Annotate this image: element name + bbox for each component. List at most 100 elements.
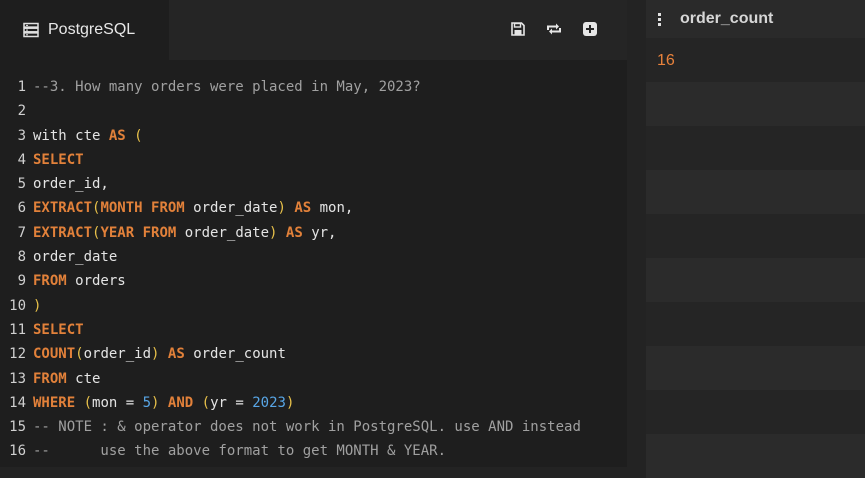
sql-keyword: FROM xyxy=(33,273,67,290)
line-number: 14 xyxy=(9,394,26,411)
code-line[interactable]: 6 EXTRACT(MONTH FROM order_date) AS mon, xyxy=(0,196,627,220)
sql-text: orders xyxy=(66,273,126,290)
sql-number: 5 xyxy=(142,394,152,411)
editor-toolbar-bar: PostgreSQL xyxy=(0,0,627,60)
code-line[interactable]: 5 order_id, xyxy=(0,172,627,196)
line-text: FROM orders xyxy=(33,269,126,293)
code-editor[interactable]: 1 --3. How many orders were placed in May… xyxy=(0,75,627,464)
code-line[interactable]: 9 FROM orders xyxy=(0,269,627,293)
line-number: 11 xyxy=(9,321,26,338)
sql-text: mon, xyxy=(311,200,354,217)
code-line[interactable]: 12 COUNT(order_id) AS order_count xyxy=(0,342,627,366)
result-row[interactable] xyxy=(646,126,865,170)
line-number: 16 xyxy=(9,443,26,460)
line-number: 3 xyxy=(17,127,26,144)
sql-text: yr = xyxy=(210,394,253,411)
line-number: 9 xyxy=(17,273,26,290)
sql-keyword: MONTH FROM xyxy=(100,200,185,217)
code-line[interactable]: 14 WHERE (mon = 5) AND (yr = 2023) xyxy=(0,391,627,415)
sql-text: order_count xyxy=(184,346,286,363)
line-text: ) xyxy=(33,294,41,318)
sql-number: 2023 xyxy=(252,394,286,411)
result-row[interactable]: 16 xyxy=(646,38,865,82)
sql-keyword: AS xyxy=(285,224,303,241)
code-line[interactable]: 16 -- use the above format to get MONTH &… xyxy=(0,439,627,463)
kebab-menu-icon[interactable] xyxy=(658,12,664,26)
sql-text: order_date xyxy=(176,224,270,241)
sql-comment: -- NOTE : & operator does not work in Po… xyxy=(33,419,581,436)
code-line[interactable]: 1 --3. How many orders were placed in May… xyxy=(0,75,627,99)
result-row[interactable] xyxy=(646,258,865,302)
line-number: 1 xyxy=(17,79,26,95)
line-number: 8 xyxy=(17,249,26,266)
line-number: 4 xyxy=(17,151,26,168)
sql-keyword: AS xyxy=(108,127,126,144)
sql-text: order_id, xyxy=(33,176,109,193)
sql-paren: ) xyxy=(277,200,286,217)
code-line[interactable]: 13 FROM cte xyxy=(0,367,627,391)
code-line[interactable]: 11 SELECT xyxy=(0,318,627,342)
refresh-icon xyxy=(546,23,561,34)
sql-keyword: YEAR FROM xyxy=(100,224,177,241)
line-text: EXTRACT(YEAR FROM order_date) AS yr, xyxy=(33,221,336,245)
tab-postgresql[interactable]: PostgreSQL xyxy=(0,0,169,60)
line-text: COUNT(order_id) AS order_count xyxy=(33,342,286,366)
line-text: SELECT xyxy=(33,148,84,172)
result-row[interactable] xyxy=(646,170,865,214)
sql-paren: ) xyxy=(33,297,42,314)
line-text: order_date xyxy=(33,245,117,269)
result-row[interactable] xyxy=(646,346,865,390)
sql-text: cte xyxy=(66,370,101,387)
code-line[interactable]: 3 with cte AS ( xyxy=(0,124,627,148)
sql-keyword: SELECT xyxy=(33,151,84,168)
result-cell: 16 xyxy=(657,52,675,69)
sql-text: mon = xyxy=(92,394,143,411)
code-line[interactable]: 15 -- NOTE : & operator does not work in … xyxy=(0,415,627,439)
line-text: with cte AS ( xyxy=(33,124,143,148)
editor-toolbar xyxy=(508,19,599,38)
code-line[interactable]: 7 EXTRACT(YEAR FROM order_date) AS yr, xyxy=(0,221,627,245)
result-row[interactable] xyxy=(646,390,865,434)
sql-keyword: AS xyxy=(167,346,185,363)
code-line[interactable]: 4 SELECT xyxy=(0,148,627,172)
sql-paren: ( xyxy=(134,127,143,144)
line-text: --3. How many orders were placed in May,… xyxy=(33,75,421,99)
code-line[interactable]: 2 xyxy=(0,99,627,123)
column-name: order_count xyxy=(680,10,774,27)
line-text: EXTRACT(MONTH FROM order_date) AS mon, xyxy=(33,196,353,220)
result-row[interactable] xyxy=(646,82,865,126)
sql-keyword: AS xyxy=(294,200,312,217)
line-number: 5 xyxy=(17,176,26,193)
save-icon xyxy=(510,21,525,36)
result-row[interactable] xyxy=(646,434,865,478)
line-number: 2 xyxy=(17,103,26,120)
code-line[interactable]: 10) xyxy=(0,294,627,318)
sql-keyword: EXTRACT xyxy=(33,224,93,241)
sql-keyword: SELECT xyxy=(33,321,84,338)
sql-comment: -- use the above format to get MONTH & Y… xyxy=(33,443,447,460)
add-icon xyxy=(582,21,597,36)
sql-editor-pane: PostgreSQL 1 --3. How many orders were p… xyxy=(0,0,627,467)
add-button[interactable] xyxy=(580,19,599,38)
refresh-button[interactable] xyxy=(544,19,563,38)
results-pane: order_count 16 xyxy=(646,0,865,478)
sql-paren: ( xyxy=(201,394,211,411)
line-number: 10 xyxy=(9,297,26,314)
code-line[interactable]: 8 order_date xyxy=(0,245,627,269)
line-number: 15 xyxy=(9,419,26,436)
results-column-header[interactable]: order_count xyxy=(646,0,865,38)
sql-comment: --3. How many orders were placed in May,… xyxy=(33,79,421,95)
line-number: 6 xyxy=(17,200,26,217)
sql-keyword: WHERE xyxy=(33,394,76,411)
result-row[interactable] xyxy=(646,214,865,258)
sql-keyword: AND xyxy=(167,394,194,411)
database-icon xyxy=(23,22,39,38)
line-number: 12 xyxy=(9,346,26,363)
result-row[interactable] xyxy=(646,302,865,346)
save-button[interactable] xyxy=(508,19,527,38)
sql-paren: ) xyxy=(285,394,295,411)
